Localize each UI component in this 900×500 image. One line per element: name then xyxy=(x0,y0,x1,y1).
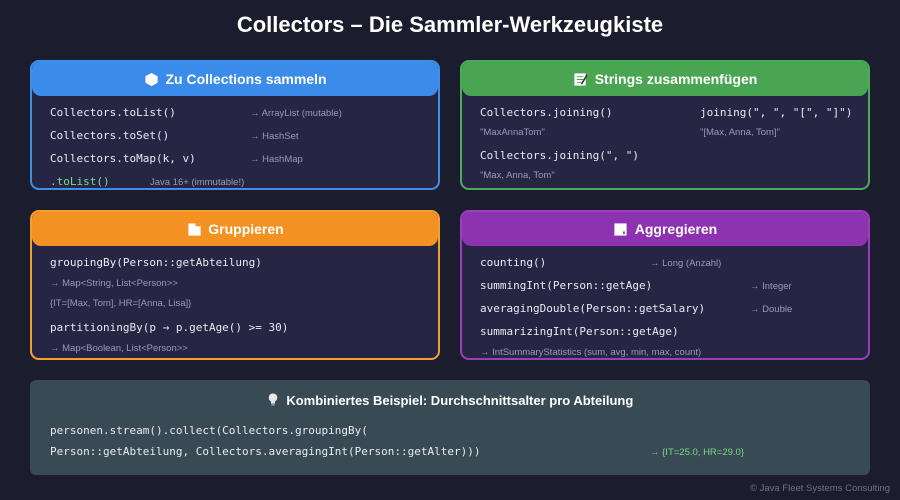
code-joining-delimiter: Collectors.joining(", ") xyxy=(480,149,639,162)
code-groupingby: groupingBy(Person::getAbteilung) xyxy=(50,256,262,269)
collections-card: Zu Collections sammeln Collectors.toList… xyxy=(30,60,440,190)
example-card: Kombiniertes Beispiel: Durchschnittsalte… xyxy=(30,380,870,475)
code-tolist: Collectors.toList() xyxy=(50,106,176,119)
collections-card-title: Zu Collections sammeln xyxy=(165,71,327,87)
lightbulb-icon xyxy=(267,392,279,410)
code-partitioningby: partitioningBy(p → p.getAge() >= 30) xyxy=(50,321,289,334)
note-averagingdouble: → Double xyxy=(750,304,793,315)
strings-card-header: Strings zusammenfügen xyxy=(462,62,868,96)
grouping-card: Gruppieren groupingBy(Person::getAbteilu… xyxy=(30,210,440,360)
code-stream-tolist: .toList() xyxy=(50,175,110,188)
example-result: → {IT=25.0, HR=29.0} xyxy=(650,447,745,458)
footer-copyright: © Java Fleet Systems Consulting xyxy=(749,483,890,494)
code-averagingdouble: averagingDouble(Person::getSalary) xyxy=(480,302,706,315)
note-counting: → Long (Anzahl) xyxy=(650,258,722,269)
note-summarizingint: → IntSummaryStatistics (sum, avg, min, m… xyxy=(480,347,702,358)
code-example-line1: personen.stream().collect(Collectors.gro… xyxy=(50,424,368,437)
grouping-card-header: Gruppieren xyxy=(32,212,438,246)
example-card-title: Kombiniertes Beispiel: Durchschnittsalte… xyxy=(286,393,634,408)
page-title: Collectors – Die Sammler-Werkzeugkiste xyxy=(236,12,664,37)
note-tomap: → HashMap xyxy=(250,154,303,165)
grouping-card-title: Gruppieren xyxy=(208,221,284,237)
memo-icon xyxy=(573,71,589,87)
example-card-header: Kombiniertes Beispiel: Durchschnittsalte… xyxy=(30,392,870,410)
code-tomap: Collectors.toMap(k, v) xyxy=(50,152,196,165)
note-summingint: → Integer xyxy=(750,281,792,292)
note-toset: → HashSet xyxy=(250,131,299,142)
note-stream-tolist: Java 16+ (immutable!) xyxy=(150,177,245,188)
chart-icon xyxy=(613,221,629,237)
strings-card: Strings zusammenfügen Collectors.joining… xyxy=(460,60,870,190)
hexagon-icon xyxy=(143,71,159,87)
note-joining: "MaxAnnaTom" xyxy=(480,127,545,138)
aggregate-card-title: Aggregieren xyxy=(634,221,718,237)
strings-card-title: Strings zusammenfügen xyxy=(594,71,758,87)
note-groupingby-result: {IT=[Max, Tom], HR=[Anna, Lisa]} xyxy=(50,298,192,309)
aggregate-card-header: Aggregieren xyxy=(462,212,868,246)
note-joining-prefix-suffix: "[Max, Anna, Tom]" xyxy=(700,127,780,138)
code-summarizingint: summarizingInt(Person::getAge) xyxy=(480,325,679,338)
code-counting: counting() xyxy=(480,256,547,269)
code-summingint: summingInt(Person::getAge) xyxy=(480,279,653,292)
note-tolist: → ArrayList (mutable) xyxy=(250,108,342,119)
note-groupingby: → Map<String, List<Person>> xyxy=(50,278,178,289)
code-toset: Collectors.toSet() xyxy=(50,129,170,142)
aggregate-card: Aggregieren counting() → Long (Anzahl) s… xyxy=(460,210,870,360)
folder-icon xyxy=(186,221,202,237)
note-partitioningby: → Map<Boolean, List<Person>> xyxy=(50,343,188,354)
code-joining: Collectors.joining() xyxy=(480,106,613,119)
code-joining-prefix-suffix: joining(", ", "[", "]") xyxy=(700,106,853,119)
code-example-line2: Person::getAbteilung, Collectors.averagi… xyxy=(50,445,481,458)
note-joining-delimiter: "Max, Anna, Tom" xyxy=(480,170,555,181)
collections-card-header: Zu Collections sammeln xyxy=(32,62,438,96)
